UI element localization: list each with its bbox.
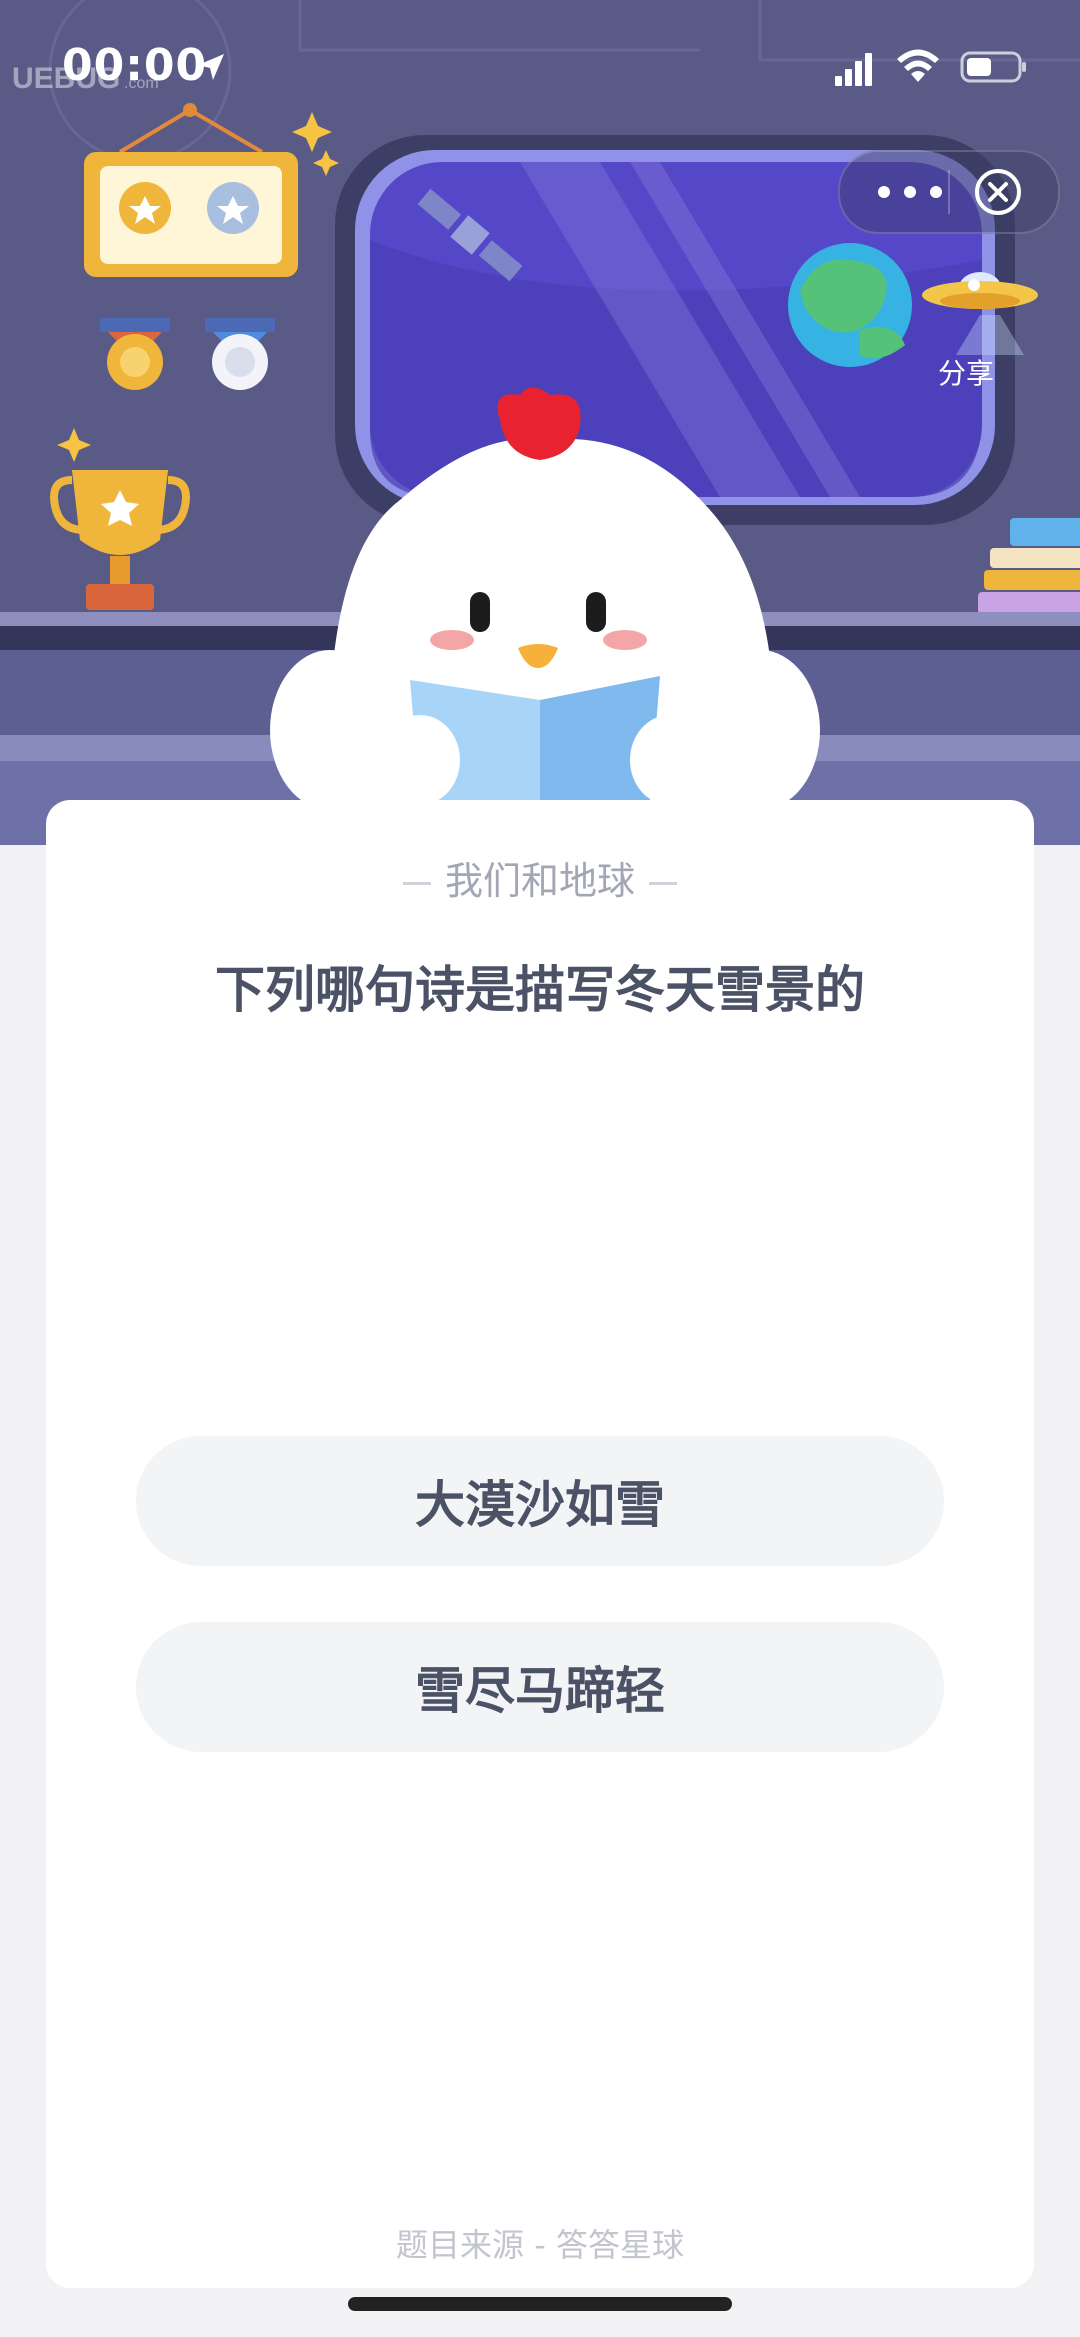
answer-option-1[interactable]: 大漠沙如雪 — [136, 1436, 944, 1566]
status-time: 00:00 — [62, 40, 208, 91]
battery-icon — [960, 51, 1026, 83]
cellular-signal-icon — [835, 53, 872, 86]
miniprogram-capsule — [838, 150, 1060, 234]
answer-option-label: 大漠沙如雪 — [415, 1476, 665, 1534]
divider-right — [649, 882, 677, 885]
ufo-share-icon — [922, 272, 1038, 365]
home-indicator[interactable] — [348, 2297, 732, 2311]
answer-option-2[interactable]: 雪尽马蹄轻 — [136, 1622, 944, 1752]
location-arrow-icon — [198, 54, 224, 80]
question-text: 下列哪句诗是描写冬天雪景的 — [215, 961, 865, 1019]
question-source: 题目来源 - 答答星球 — [396, 2226, 684, 2264]
more-dots-icon[interactable] — [870, 170, 950, 214]
answer-option-label: 雪尽马蹄轻 — [415, 1662, 665, 1720]
quiz-category: 我们和地球 — [46, 850, 1034, 905]
close-circle-icon[interactable] — [972, 166, 1024, 218]
divider-left — [402, 882, 431, 885]
capsule-divider — [948, 170, 950, 214]
quiz-card: 我们和地球 下列哪句诗是描写冬天雪景的 大漠沙如雪 雪尽马蹄轻 题目来源 - 答… — [46, 800, 1034, 2288]
wifi-icon — [897, 49, 939, 82]
category-label: 我们和地球 — [444, 859, 635, 903]
share-label: 分享 — [938, 357, 995, 390]
status-bar: UEBUG .com 00:00 — [0, 0, 1080, 140]
